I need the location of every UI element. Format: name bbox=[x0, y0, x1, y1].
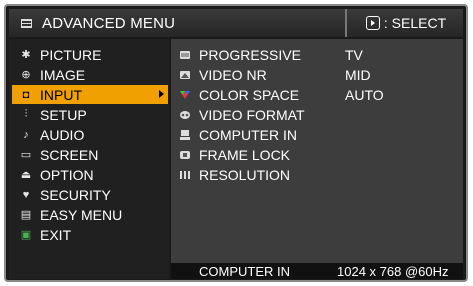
menu-item-label: PICTURE bbox=[40, 46, 102, 63]
option-icon: ⏏ bbox=[20, 169, 32, 181]
menu-item-picture[interactable]: ✱ PICTURE bbox=[12, 45, 168, 64]
submenu-item-computer-in[interactable]: COMPUTER IN bbox=[179, 125, 459, 144]
menu-item-exit[interactable]: ▣ EXIT bbox=[12, 225, 168, 244]
menu-title: ADVANCED MENU bbox=[42, 14, 176, 32]
main-menu-list: ✱ PICTURE ⊕ IMAGE ◘ INPUT ⫶ SETUP ♪ AUDI… bbox=[9, 39, 169, 279]
submenu-item-video-format[interactable]: VIDEO FORMAT bbox=[179, 105, 459, 124]
menu-item-label: INPUT bbox=[40, 86, 82, 103]
submenu-item-video-nr[interactable]: VIDEO NR MID bbox=[179, 65, 459, 84]
image-icon: ⊕ bbox=[21, 69, 31, 81]
menu-item-input[interactable]: ◘ INPUT bbox=[12, 85, 168, 104]
menu-item-label: AUDIO bbox=[40, 126, 85, 143]
submenu-item-frame-lock[interactable]: FRAME LOCK bbox=[179, 145, 459, 164]
submenu-item-progressive[interactable]: PROGRESSIVE TV bbox=[179, 45, 459, 64]
submenu-item-color-space[interactable]: COLOR SPACE AUTO bbox=[179, 85, 459, 104]
menu-item-audio[interactable]: ♪ AUDIO bbox=[12, 125, 168, 144]
menu-item-label: SECURITY bbox=[40, 186, 111, 203]
submenu-arrow-icon bbox=[159, 90, 164, 98]
audio-icon: ♪ bbox=[23, 128, 29, 141]
video-format-icon bbox=[179, 110, 191, 120]
menu-item-label: SCREEN bbox=[40, 146, 99, 163]
menu-item-image[interactable]: ⊕ IMAGE bbox=[12, 65, 168, 84]
submenu-item-label: PROGRESSIVE bbox=[199, 46, 301, 63]
menu-item-screen[interactable]: ▭ SCREEN bbox=[12, 145, 168, 164]
screen-icon: ▭ bbox=[20, 149, 32, 161]
input-icon: ◘ bbox=[22, 88, 30, 101]
menu-icon bbox=[21, 18, 32, 28]
submenu-item-label: VIDEO NR bbox=[199, 66, 267, 83]
resolution-icon bbox=[179, 170, 191, 180]
osd-menu-window: ADVANCED MENU : SELECT ✱ PICTURE ⊕ IMAGE… bbox=[4, 4, 468, 282]
submenu-item-value: AUTO bbox=[345, 86, 384, 103]
submenu-item-label: COMPUTER IN bbox=[199, 126, 297, 143]
select-label: : SELECT bbox=[383, 15, 447, 31]
status-source: COMPUTER IN bbox=[199, 263, 290, 279]
submenu-item-label: COLOR SPACE bbox=[199, 86, 300, 103]
menu-item-security[interactable]: ♥ SECURITY bbox=[12, 185, 168, 204]
frame-lock-icon bbox=[179, 150, 191, 160]
submenu-item-label: FRAME LOCK bbox=[199, 146, 291, 163]
progressive-icon bbox=[179, 50, 191, 60]
video-nr-icon bbox=[179, 70, 191, 80]
submenu-item-value: TV bbox=[345, 46, 363, 63]
menu-item-label: OPTION bbox=[40, 166, 94, 183]
title-section: ADVANCED MENU bbox=[9, 9, 347, 37]
setup-icon: ⫶ bbox=[24, 108, 28, 120]
color-space-icon bbox=[179, 90, 191, 100]
signal-status-bar: COMPUTER IN 1024 x 768 @60Hz bbox=[171, 263, 463, 279]
menu-item-label: SETUP bbox=[40, 106, 87, 123]
menu-item-option[interactable]: ⏏ OPTION bbox=[12, 165, 168, 184]
exit-icon: ▣ bbox=[20, 229, 32, 241]
menu-item-label: EASY MENU bbox=[40, 206, 123, 223]
security-icon: ♥ bbox=[22, 188, 30, 201]
computer-in-icon bbox=[179, 129, 191, 140]
submenu-item-resolution[interactable]: RESOLUTION bbox=[179, 165, 459, 184]
menu-title-bar: ADVANCED MENU : SELECT bbox=[9, 9, 463, 37]
picture-icon: ✱ bbox=[21, 49, 31, 61]
input-submenu: PROGRESSIVE TV VIDEO NR MID COLOR SPACE … bbox=[171, 39, 463, 263]
submenu-item-label: VIDEO FORMAT bbox=[199, 106, 305, 123]
easy-menu-icon: ▤ bbox=[20, 209, 32, 221]
submenu-item-label: RESOLUTION bbox=[199, 166, 291, 183]
status-signal: 1024 x 768 @60Hz bbox=[337, 263, 449, 279]
menu-item-label: EXIT bbox=[40, 226, 72, 243]
menu-item-setup[interactable]: ⫶ SETUP bbox=[12, 105, 168, 124]
enter-button-icon bbox=[365, 16, 380, 30]
submenu-item-value: MID bbox=[345, 66, 371, 83]
select-hint: : SELECT bbox=[349, 9, 463, 37]
menu-item-easy-menu[interactable]: ▤ EASY MENU bbox=[12, 205, 168, 224]
menu-item-label: IMAGE bbox=[40, 66, 86, 83]
